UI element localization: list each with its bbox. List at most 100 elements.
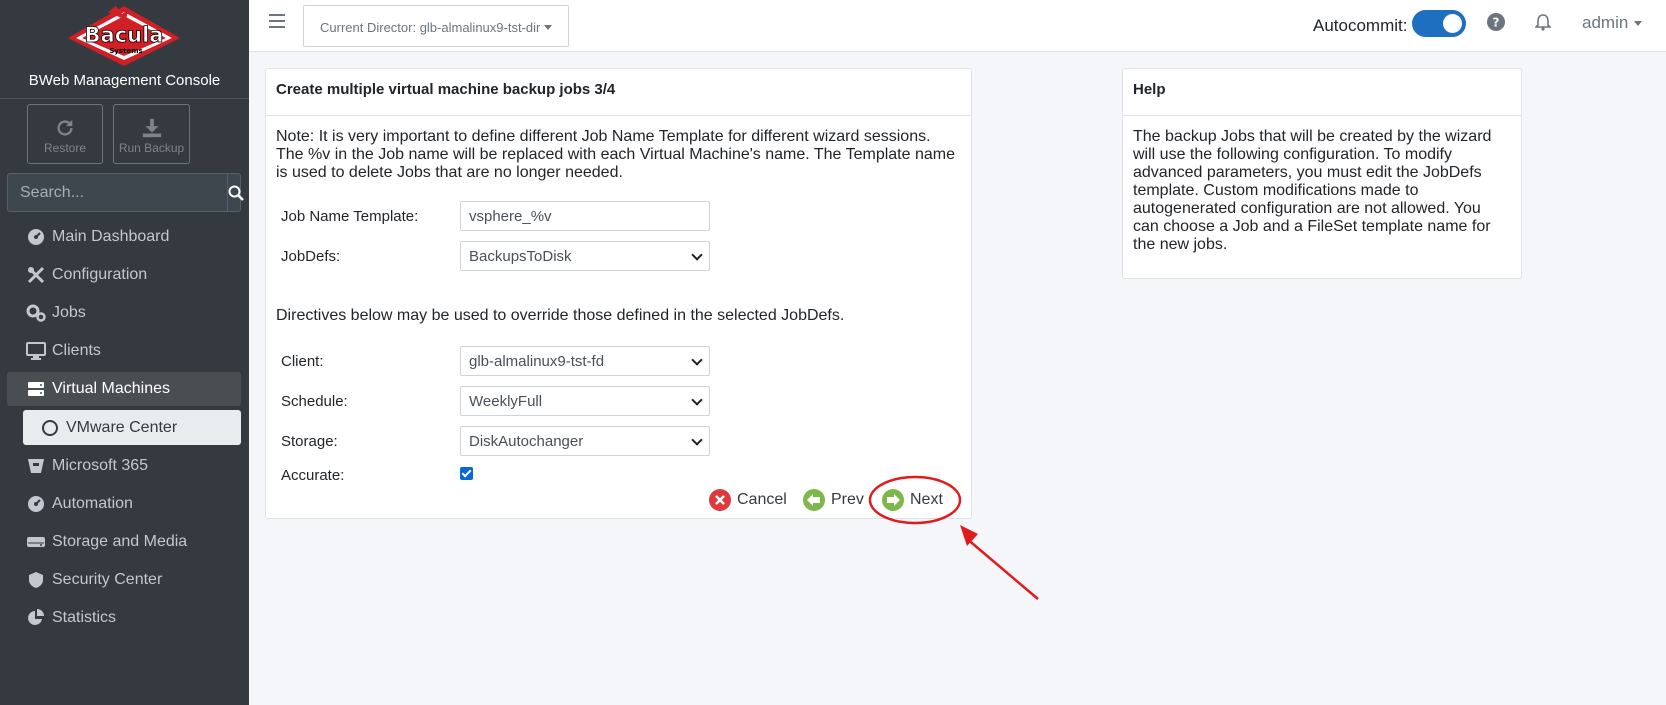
jobdefs-value: BackupsToDisk: [469, 247, 572, 265]
pie-chart-icon: [26, 608, 46, 628]
annotation-overlay: [868, 475, 1039, 600]
sidebar-item-label: Security Center: [52, 571, 163, 588]
sidebar-item-automation[interactable]: Automation: [7, 487, 241, 521]
help-body: The backup Jobs that will be created by …: [1123, 116, 1521, 266]
prev-button[interactable]: Prev: [803, 489, 864, 511]
sidebar-item-label: Main Dashboard: [52, 228, 170, 245]
menu-icon[interactable]: [269, 14, 285, 28]
user-menu[interactable]: admin: [1582, 13, 1643, 33]
svg-text:Bacula: Bacula: [85, 23, 164, 47]
refresh-icon: [57, 119, 73, 136]
sidebar-item-jobs[interactable]: Jobs: [7, 296, 241, 330]
arrow-left-icon: [803, 489, 825, 511]
job-name-value: vsphere_%v: [469, 207, 552, 225]
user-name: admin: [1582, 13, 1629, 32]
jobdefs-label: JobDefs:: [281, 248, 341, 265]
director-dropdown[interactable]: Current Director: glb-almalinux9-tst-dir: [303, 5, 569, 47]
chevron-down-icon: [691, 354, 703, 366]
client-value: glb-almalinux9-tst-fd: [469, 352, 605, 370]
sidebar-item-storage-and-media[interactable]: Storage and Media: [7, 525, 241, 559]
sidebar: Bacula Systems BWeb Management Console R…: [0, 0, 249, 705]
job-name-label: Job Name Template:: [281, 208, 419, 225]
circle-icon: [42, 419, 58, 436]
run-backup-label: Run Backup: [118, 141, 185, 155]
sidebar-item-label: Automation: [52, 495, 133, 512]
topbar: Current Director: glb-almalinux9-tst-dir…: [249, 0, 1666, 52]
cancel-icon: [709, 489, 731, 511]
search-input[interactable]: [8, 174, 227, 211]
sidebar-item-label: Clients: [52, 342, 101, 359]
restore-button[interactable]: Restore: [27, 104, 103, 164]
prev-label: Prev: [831, 491, 864, 508]
sidebar-item-microsoft-365[interactable]: Microsoft 365: [7, 449, 241, 483]
bucket-icon: [26, 456, 46, 476]
accurate-label: Accurate:: [281, 467, 345, 484]
restore-label: Restore: [43, 141, 87, 155]
wizard-note: Note: It is very important to define dif…: [276, 128, 955, 181]
sidebar-item-label: Microsoft 365: [52, 457, 149, 474]
annotation-circle: [868, 475, 962, 525]
bacula-logo[interactable]: Bacula Systems: [64, 4, 184, 68]
dashboard-icon: [26, 227, 46, 247]
search-button[interactable]: [227, 174, 244, 211]
search-icon: [228, 185, 244, 201]
sidebar-item-label: Configuration: [52, 266, 148, 283]
schedule-label: Schedule:: [281, 393, 348, 410]
sidebar-subitem-label: VMware Center: [66, 418, 178, 436]
directives-text: Directives below may be used to override…: [276, 307, 845, 324]
jobdefs-select[interactable]: BackupsToDisk: [460, 241, 710, 271]
client-label: Client:: [281, 353, 324, 370]
sidebar-item-label: Jobs: [52, 304, 86, 321]
sidebar-item-main-dashboard[interactable]: Main Dashboard: [7, 220, 241, 254]
download-icon: [142, 118, 161, 138]
wizard-title: Create multiple virtual machine backup j…: [266, 69, 971, 116]
desktop-icon: [26, 341, 46, 361]
sidebar-item-label: Statistics: [52, 609, 117, 626]
question-icon[interactable]: ?: [1487, 13, 1505, 31]
help-card: Help The backup Jobs that will be create…: [1122, 68, 1522, 279]
director-label: Current Director: glb-almalinux9-tst-dir: [320, 20, 541, 35]
client-select[interactable]: glb-almalinux9-tst-fd: [460, 346, 710, 376]
tools-icon: [26, 265, 46, 285]
search-box: [7, 173, 244, 212]
autocommit-toggle[interactable]: [1412, 10, 1466, 37]
sidebar-subitem-vmware-center[interactable]: VMware Center: [23, 410, 241, 445]
sidebar-item-virtual-machines[interactable]: Virtual Machines: [7, 372, 241, 406]
shield-icon: [26, 570, 46, 590]
sidebar-item-label: Storage and Media: [52, 533, 188, 550]
svg-text:?: ?: [1493, 16, 1500, 30]
brand-title: BWeb Management Console: [28, 72, 221, 89]
schedule-value: WeeklyFull: [469, 392, 543, 410]
storage-value: DiskAutochanger: [469, 432, 584, 450]
help-text: The backup Jobs that will be created by …: [1133, 128, 1492, 253]
job-name-input[interactable]: vsphere_%v: [460, 201, 710, 231]
chevron-down-icon: [1634, 21, 1643, 27]
chevron-down-icon: [691, 394, 703, 406]
accurate-checkbox[interactable]: [460, 467, 473, 480]
annotation-arrow: [965, 537, 1039, 600]
wizard-card: Create multiple virtual machine backup j…: [265, 68, 972, 519]
dashboard-icon: [26, 494, 46, 514]
sidebar-item-label: Virtual Machines: [52, 380, 170, 397]
schedule-select[interactable]: WeeklyFull: [460, 386, 710, 416]
storage-select[interactable]: DiskAutochanger: [460, 426, 710, 456]
gears-icon: [26, 303, 46, 323]
autocommit-label: Autocommit:: [1313, 16, 1408, 35]
storage-label: Storage:: [281, 433, 338, 450]
cancel-button[interactable]: Cancel: [709, 489, 787, 511]
sidebar-item-configuration[interactable]: Configuration: [7, 258, 241, 292]
sidebar-item-statistics[interactable]: Statistics: [7, 601, 241, 635]
chevron-down-icon: [691, 434, 703, 446]
bell-icon[interactable]: [1535, 13, 1551, 31]
chevron-down-icon: [544, 25, 552, 30]
sidebar-item-clients[interactable]: Clients: [7, 334, 241, 368]
server-icon: [26, 379, 46, 399]
wizard-body: Note: It is very important to define dif…: [266, 116, 971, 194]
chevron-down-icon: [691, 249, 703, 261]
brand: Bacula Systems BWeb Management Console: [0, 0, 249, 99]
run-backup-button[interactable]: Run Backup: [113, 104, 190, 164]
help-title: Help: [1123, 69, 1521, 116]
sidebar-item-security-center[interactable]: Security Center: [7, 563, 241, 597]
svg-text:Systems: Systems: [109, 47, 142, 55]
cancel-label: Cancel: [737, 491, 787, 508]
